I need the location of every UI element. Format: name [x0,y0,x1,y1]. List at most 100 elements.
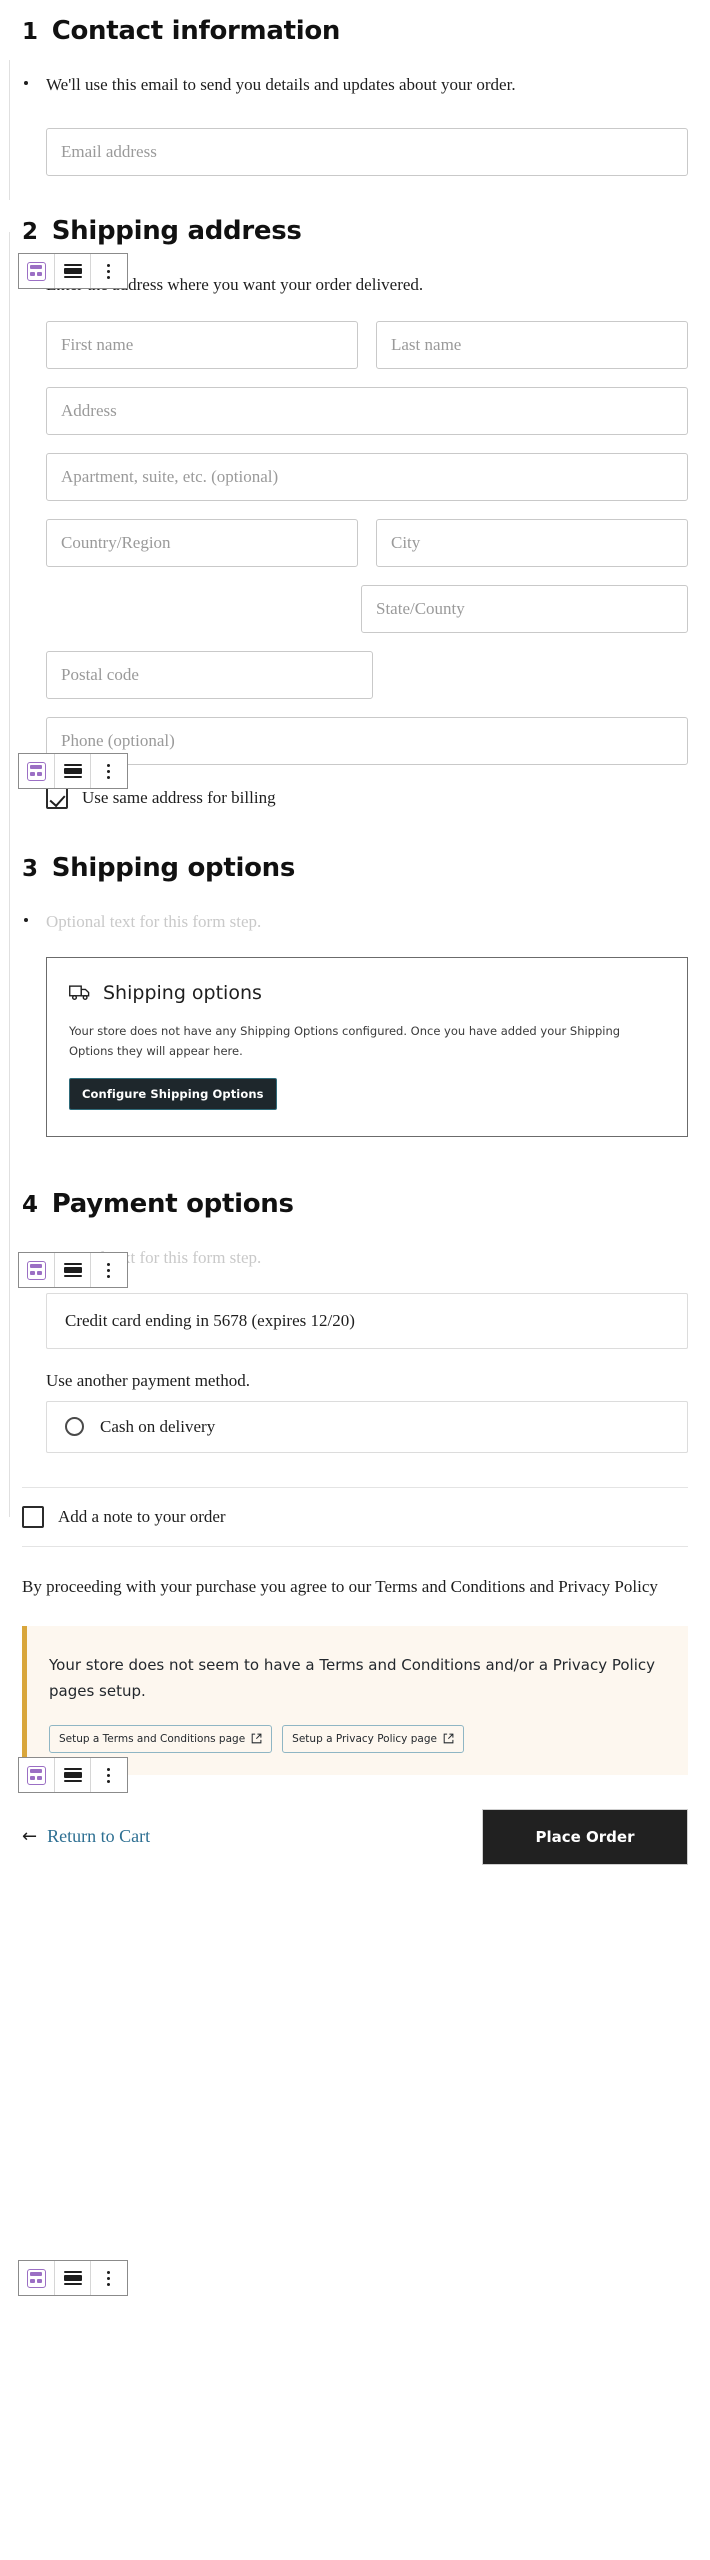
step-2-heading: 2 Shipping address [22,216,688,246]
vertical-dots-icon [107,263,111,279]
country-region-input[interactable]: Country/Region [46,518,358,567]
step-2-description: Enter the address where you want your or… [46,275,424,295]
payment-method-label: Cash on delivery [100,1416,216,1436]
block-toolbar-country[interactable] [18,753,128,789]
order-note-section: Add a note to your order [0,1486,710,1547]
notice-section: Your store does not seem to have a Terms… [0,1626,710,1775]
external-link-icon [251,1733,262,1744]
align-icon [63,264,82,278]
step-contact-information: 1 Contact information We'll use this ema… [0,0,710,200]
block-toolbar-payment[interactable] [18,1757,128,1793]
vertical-dots-icon [107,1262,111,1278]
block-type-button[interactable] [19,754,55,788]
block-toolbar-shipping[interactable] [18,1252,128,1288]
block-type-button[interactable] [19,2261,55,2295]
step-3-description: Optional text for this form step. [46,911,262,931]
return-to-cart-label: Return to Cart [47,1826,151,1847]
step-1-description-wrap: We'll use this email to send you details… [22,72,688,98]
terms-section: By proceeding with your purchase you agr… [0,1573,710,1600]
block-type-button[interactable] [19,1253,55,1287]
form-block-icon [27,1260,46,1280]
vertical-dots-icon [107,763,111,779]
arrow-left-icon: ← [22,1826,38,1848]
shipping-options-panel: Shipping options Your store does not hav… [46,957,688,1137]
another-payment-method-label: Use another payment method. [46,1370,250,1390]
phone-input[interactable]: Phone (optional) [46,716,688,765]
postal-code-input[interactable]: Postal code [46,650,373,699]
terms-privacy-notice: Your store does not seem to have a Terms… [22,1626,688,1775]
align-icon [63,1768,82,1782]
payment-method-cash-on-delivery[interactable]: Cash on delivery [46,1400,688,1453]
step-1-number: 1 [22,19,38,45]
step-4-description: Optional text for this form step. [46,1247,262,1267]
truck-icon [69,985,90,1001]
align-button[interactable] [55,2261,91,2295]
saved-card-label: Credit card ending in 5678 (expires 12/2… [65,1310,355,1330]
step-4-title: Payment options [51,1188,294,1219]
external-link-icon [443,1733,454,1744]
step-3-number: 3 [22,855,38,882]
saved-card-row[interactable]: Credit card ending in 5678 (expires 12/2… [46,1292,688,1349]
step-4-rail [9,1186,10,1517]
align-button[interactable] [55,754,91,788]
block-toolbar-notice[interactable] [18,2260,128,2296]
more-options-button[interactable] [91,254,127,288]
align-icon [63,764,82,778]
form-block-icon [27,761,46,781]
more-options-button[interactable] [91,754,127,788]
block-toolbar-contact[interactable] [18,253,128,289]
align-button[interactable] [55,254,91,288]
step-4-number: 4 [22,1191,38,1218]
form-block-icon [27,1765,46,1785]
step-3-title: Shipping options [51,852,296,883]
step-3-rail [9,858,10,1079]
align-button[interactable] [55,1758,91,1792]
align-icon [63,2271,82,2285]
step-3-description-wrap: Optional text for this form step. [22,909,688,935]
configure-shipping-options-button[interactable]: Configure Shipping Options [69,1077,277,1110]
block-type-button[interactable] [19,1758,55,1792]
more-options-button[interactable] [91,1253,127,1287]
return-to-cart-link[interactable]: ← Return to Cart [22,1826,150,1847]
notice-text: Your store does not seem to have a Terms… [49,1656,656,1701]
step-1-title: Contact information [51,16,341,46]
radio-icon[interactable] [65,1417,84,1437]
step-shipping-options: 3 Shipping options Optional text for thi… [0,809,710,1137]
more-options-button[interactable] [91,1758,127,1792]
step-1-heading: 1 Contact information [22,16,688,46]
setup-terms-page-button[interactable]: Setup a Terms and Conditions page [49,1724,273,1753]
form-block-icon [27,2268,46,2288]
setup-terms-page-label: Setup a Terms and Conditions page [59,1732,246,1745]
state-county-input[interactable]: State/County [361,584,688,633]
block-type-button[interactable] [19,254,55,288]
shipping-options-panel-body: Your store does not have any Shipping Op… [69,1024,621,1058]
email-address-input[interactable]: Email address [46,128,688,177]
step-2-title: Shipping address [51,216,302,247]
billing-same-address-label: Use same address for billing [82,787,276,807]
order-note-label: Add a note to your order [58,1506,226,1526]
align-button[interactable] [55,1253,91,1287]
step-1-description: We'll use this email to send you details… [46,75,516,94]
notice-buttons: Setup a Terms and Conditions page Setup … [49,1724,670,1753]
step-4-heading: 4 Payment options [22,1189,688,1219]
first-name-input[interactable]: First name [46,320,358,369]
step-payment-options: 4 Payment options Optional text for this… [0,1137,710,1517]
setup-privacy-page-label: Setup a Privacy Policy page [292,1732,437,1745]
billing-same-address-checkbox[interactable] [46,786,68,809]
billing-same-address-row[interactable]: Use same address for billing [46,786,688,809]
step-3-heading: 3 Shipping options [22,853,688,883]
place-order-button[interactable]: Place Order [482,1808,688,1865]
city-input[interactable]: City [376,518,688,567]
align-icon [63,1263,82,1277]
more-options-button[interactable] [91,2261,127,2295]
setup-privacy-page-button[interactable]: Setup a Privacy Policy page [282,1724,464,1753]
form-block-icon [27,261,46,281]
shipping-options-panel-heading: Shipping options [69,982,665,1004]
order-note-checkbox[interactable] [22,1505,44,1528]
last-name-input[interactable]: Last name [376,320,688,369]
address-input[interactable]: Address [46,386,688,435]
apartment-input[interactable]: Apartment, suite, etc. (optional) [46,452,688,501]
order-note-row[interactable]: Add a note to your order [22,1488,688,1546]
footer-actions: ← Return to Cart Place Order [0,1808,710,1865]
checkout-form-page: 1 Contact information We'll use this ema… [0,0,710,2560]
